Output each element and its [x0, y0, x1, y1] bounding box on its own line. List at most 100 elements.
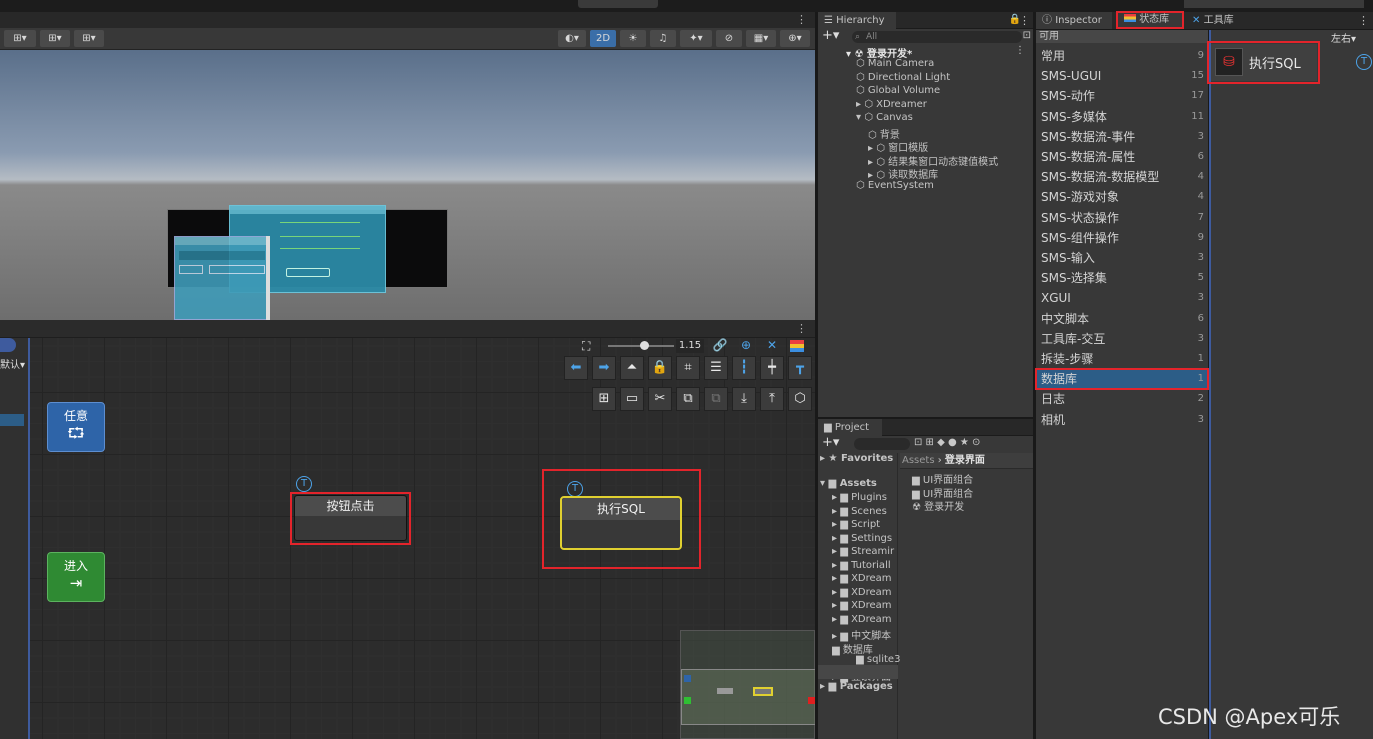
- hierarchy-item[interactable]: ▾ ⬡ Canvas: [856, 112, 913, 123]
- layer-dropdown[interactable]: 默认▾: [0, 356, 25, 371]
- copy-icon[interactable]: ⧉: [676, 387, 700, 411]
- tab-project[interactable]: ▆ Project: [818, 419, 882, 436]
- more-menu-icon[interactable]: ⋮: [1358, 14, 1369, 27]
- visibility-toggle-icon[interactable]: ⊘: [716, 30, 742, 47]
- category-item[interactable]: 拆装-步骤 1: [1036, 349, 1208, 369]
- category-item[interactable]: SMS-游戏对象 4: [1036, 187, 1208, 207]
- project-folder[interactable]: ▸ ▆ Script: [832, 519, 896, 530]
- add-node-icon[interactable]: ⊞: [592, 387, 616, 411]
- project-search-input[interactable]: [854, 438, 910, 450]
- category-item[interactable]: 相机 3: [1036, 410, 1208, 430]
- hierarchy-search-input[interactable]: ⌕ All: [852, 31, 1022, 43]
- import-icon[interactable]: ⤓: [732, 387, 756, 411]
- add-icon[interactable]: +▾: [822, 28, 839, 43]
- exec-sql-node[interactable]: 执行SQL: [560, 496, 682, 550]
- hierarchy-item[interactable]: ⬡ Directional Light: [856, 72, 950, 83]
- category-item[interactable]: XGUI 3: [1036, 288, 1208, 308]
- project-folder[interactable]: ▸ ▆ XDream: [832, 587, 896, 598]
- screenshot-icon[interactable]: ⌗: [676, 356, 700, 380]
- align-top-icon[interactable]: ⏶: [620, 356, 644, 380]
- scene-view[interactable]: [0, 50, 815, 320]
- project-folder[interactable]: ▸ ▆ Settings: [832, 533, 896, 544]
- lighting-toggle-icon[interactable]: ☀: [620, 30, 646, 47]
- more-menu-icon[interactable]: ⋮: [1019, 14, 1030, 27]
- camera-settings-icon[interactable]: ▦▾: [746, 30, 776, 47]
- category-item[interactable]: SMS-组件操作 9: [1036, 228, 1208, 248]
- tab-tool-lib[interactable]: ✕ 工具库: [1186, 12, 1250, 29]
- enter-state-node[interactable]: 进入 ⇥: [47, 552, 105, 602]
- hierarchy-item[interactable]: ⬡ Main Camera: [856, 58, 934, 69]
- hierarchy-item[interactable]: ⬡ Global Volume: [856, 85, 940, 96]
- category-item[interactable]: SMS-UGUI 15: [1036, 66, 1208, 86]
- project-filter-icons[interactable]: ⊡ ⊞ ◆ ● ★ ⊙: [914, 437, 980, 448]
- category-item[interactable]: SMS-状态操作 7: [1036, 208, 1208, 228]
- category-item[interactable]: 中文脚本 6: [1036, 309, 1208, 329]
- arrange-icon[interactable]: ┳: [788, 356, 812, 380]
- category-item[interactable]: SMS-输入 3: [1036, 248, 1208, 268]
- increment-snap-button[interactable]: ⊞▾: [74, 30, 104, 47]
- effects-toggle-icon[interactable]: ✦▾: [680, 30, 712, 47]
- play-controls[interactable]: [578, 0, 658, 8]
- breadcrumb-current[interactable]: 登录界面: [945, 455, 985, 466]
- exec-sql-item[interactable]: ⛁ 执行SQL: [1211, 44, 1317, 81]
- tab-state-lib[interactable]: 状态库: [1116, 11, 1184, 29]
- settings-icon[interactable]: ⬡: [788, 387, 812, 411]
- zoom-slider-handle[interactable]: [640, 341, 649, 350]
- category-item[interactable]: SMS-数据流-事件 3: [1036, 127, 1208, 147]
- zoom-value[interactable]: 1.15: [676, 339, 704, 353]
- scene-root-item[interactable]: ▾ ☢ 登录开发*: [846, 45, 912, 60]
- breadcrumb-assets[interactable]: Assets: [902, 455, 935, 466]
- project-folder[interactable]: ▸ ▆ XDream: [832, 600, 896, 611]
- toggle-2d-button[interactable]: 2D: [590, 30, 616, 47]
- more-menu-icon[interactable]: ⋮: [796, 13, 807, 26]
- project-folder[interactable]: ▆ sqlite3: [856, 654, 920, 665]
- layer-tab[interactable]: [0, 338, 16, 352]
- layer-item-selected[interactable]: [0, 414, 24, 426]
- arrow-left-icon[interactable]: ⬅: [564, 356, 588, 380]
- grid-snap-button[interactable]: ⊞▾: [40, 30, 70, 47]
- favorites-item[interactable]: ▸ ★ Favorites: [820, 453, 893, 464]
- category-item[interactable]: 日志 2: [1036, 389, 1208, 409]
- category-item[interactable]: SMS-多媒体 11: [1036, 107, 1208, 127]
- lock-icon[interactable]: 🔒: [648, 356, 672, 380]
- scene-menu-icon[interactable]: ⋮: [1015, 45, 1025, 56]
- category-item[interactable]: SMS-数据流-属性 6: [1036, 147, 1208, 167]
- link-icon[interactable]: 🔗: [708, 338, 732, 354]
- assets-item[interactable]: ▾ ▆ Assets: [820, 478, 877, 489]
- target-icon[interactable]: ⊕: [734, 338, 758, 354]
- cut-icon[interactable]: ✂: [648, 387, 672, 411]
- category-item[interactable]: SMS-数据流-数据模型 4: [1036, 167, 1208, 187]
- project-folder[interactable]: ▸ ▆ Scenes: [832, 506, 896, 517]
- project-folder[interactable]: ▸ ▆ XDream: [832, 573, 896, 584]
- project-folder[interactable]: ▸ ▆ Tutoriall: [832, 560, 896, 571]
- category-item[interactable]: SMS-动作 17: [1036, 86, 1208, 106]
- select-rect-icon[interactable]: ▭: [620, 387, 644, 411]
- layers-layout-dropdowns[interactable]: [1184, 0, 1364, 8]
- frame-all-icon[interactable]: ⛶: [582, 339, 598, 353]
- project-folder[interactable]: ▸ ▆ Plugins: [832, 492, 896, 503]
- paste-icon[interactable]: ⧉: [704, 387, 728, 411]
- audio-toggle-icon[interactable]: ♫: [650, 30, 676, 47]
- align-left-icon[interactable]: ☰: [704, 356, 728, 380]
- category-item[interactable]: SMS-选择集 5: [1036, 268, 1208, 288]
- transform-tool-button[interactable]: ⊞▾: [4, 30, 36, 47]
- category-item[interactable]: 工具库-交互 3: [1036, 329, 1208, 349]
- graph-minimap[interactable]: [680, 630, 815, 739]
- layout-vertical-icon[interactable]: ┇: [732, 356, 756, 380]
- packages-item[interactable]: ▸ ▆ Packages: [820, 681, 893, 692]
- hierarchy-item[interactable]: ⬡ EventSystem: [856, 180, 934, 191]
- add-icon[interactable]: +▾: [822, 435, 839, 450]
- any-state-node[interactable]: 任意 ⮔: [47, 402, 105, 452]
- tools-icon[interactable]: ✕: [760, 338, 784, 354]
- project-folder[interactable]: ▸ ▆ Streamir: [832, 546, 896, 557]
- project-folder[interactable]: ▸ ▆ XDream: [832, 614, 896, 625]
- distribute-icon[interactable]: ┿: [760, 356, 784, 380]
- project-file[interactable]: ☢ 登录开发: [912, 498, 964, 513]
- more-menu-icon[interactable]: ⋮: [796, 322, 807, 335]
- button-click-node[interactable]: 按钮点击: [294, 495, 407, 541]
- tab-inspector[interactable]: ⓘ Inspector: [1036, 12, 1112, 29]
- category-item[interactable]: 常用 9: [1036, 46, 1208, 66]
- hierarchy-item[interactable]: ▸ ⬡ XDreamer: [856, 99, 927, 110]
- arrow-right-icon[interactable]: ➡: [592, 356, 616, 380]
- state-graph-canvas[interactable]: 默认▾ ⛶ 1.15 🔗 ⊕ ✕ ⬅ ➡ ⏶ 🔒 ⌗ ☰ ┇ ┿ ┳ ⊞ ▭ ✂…: [0, 338, 815, 739]
